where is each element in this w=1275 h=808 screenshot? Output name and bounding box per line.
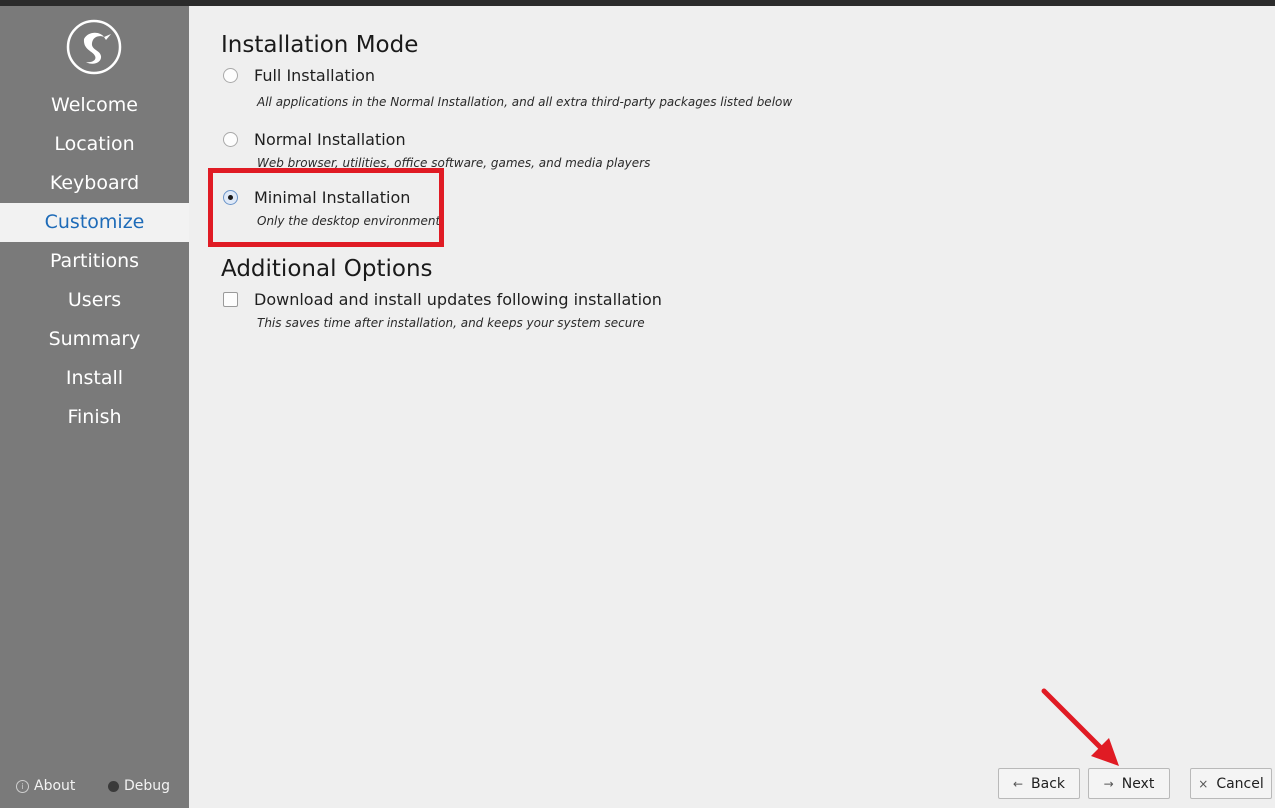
step-list: Welcome Location Keyboard Customize Part… bbox=[0, 86, 189, 437]
normal-installation-radio[interactable] bbox=[223, 132, 238, 147]
bug-icon bbox=[108, 780, 119, 792]
updates-label[interactable]: Download and install updates following i… bbox=[254, 290, 662, 309]
full-installation-radio[interactable] bbox=[223, 68, 238, 83]
cancel-label: Cancel bbox=[1216, 775, 1264, 792]
sidebar-footer: i About Debug bbox=[0, 778, 189, 800]
annotation-arrow-icon bbox=[1041, 688, 1119, 766]
step-keyboard: Keyboard bbox=[49, 172, 140, 194]
debug-button[interactable]: Debug bbox=[108, 778, 170, 794]
installation-mode-heading: Installation Mode bbox=[221, 32, 419, 58]
about-label: About bbox=[34, 778, 76, 794]
back-button[interactable]: ← Back bbox=[998, 768, 1080, 799]
additional-options-heading: Additional Options bbox=[221, 256, 433, 282]
step-partitions: Partitions bbox=[49, 250, 140, 272]
close-icon: × bbox=[1198, 776, 1209, 791]
back-label: Back bbox=[1031, 775, 1066, 792]
about-button[interactable]: i About bbox=[16, 778, 75, 794]
full-installation-description: All applications in the Normal Installat… bbox=[257, 95, 793, 109]
updates-description: This saves time after installation, and … bbox=[257, 316, 645, 330]
step-summary: Summary bbox=[48, 328, 141, 350]
step-welcome: Welcome bbox=[51, 94, 138, 116]
step-install: Install bbox=[65, 367, 124, 389]
info-icon: i bbox=[16, 779, 29, 793]
step-customize: Customize bbox=[0, 203, 189, 242]
cancel-button[interactable]: × Cancel bbox=[1190, 768, 1272, 799]
hummingbird-logo-icon bbox=[66, 19, 122, 75]
main-panel: Installation Mode Full Installation All … bbox=[189, 6, 1275, 808]
annotation-highlight-box bbox=[208, 168, 444, 247]
step-finish: Finish bbox=[67, 406, 122, 428]
next-label: Next bbox=[1121, 775, 1155, 792]
step-users: Users bbox=[67, 289, 122, 311]
debug-label: Debug bbox=[124, 778, 171, 794]
step-location: Location bbox=[54, 133, 135, 155]
full-installation-label[interactable]: Full Installation bbox=[254, 66, 375, 85]
updates-checkbox[interactable] bbox=[223, 292, 238, 307]
arrow-left-icon: ← bbox=[1012, 776, 1024, 791]
normal-installation-label[interactable]: Normal Installation bbox=[254, 130, 406, 149]
arrow-right-icon: → bbox=[1103, 776, 1114, 791]
sidebar: Welcome Location Keyboard Customize Part… bbox=[0, 6, 189, 808]
next-button[interactable]: → Next bbox=[1088, 768, 1170, 799]
